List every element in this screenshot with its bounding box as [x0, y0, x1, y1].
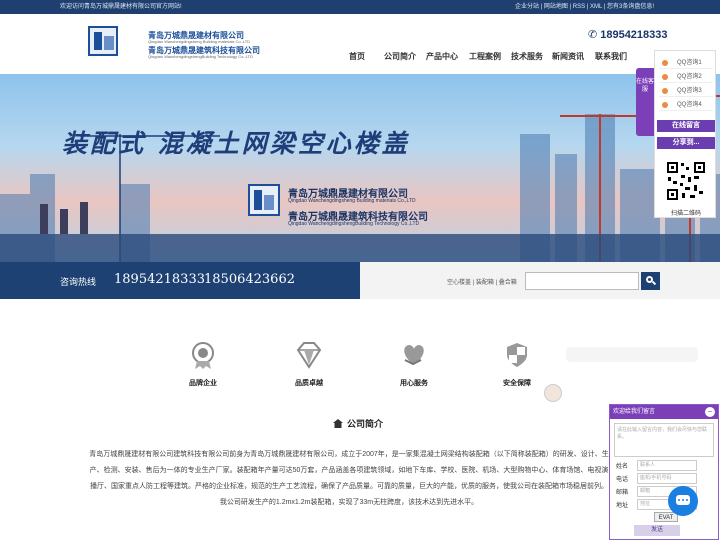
feature-safety: 安全保障: [477, 340, 557, 388]
nav-products[interactable]: 产品中心: [426, 51, 458, 62]
message-header: 欢迎给我们留言 −: [610, 405, 718, 419]
medal-icon: [188, 340, 218, 370]
banner-company-en-1: Qingdao Wanchengdingsheng Building mater…: [288, 198, 416, 204]
company-name-en-1: Qingdao Wanchengdingsheng Building mater…: [148, 39, 251, 44]
company-logo[interactable]: [88, 26, 118, 56]
hotline-label: 咨询热线: [60, 277, 97, 287]
qq-icon: [662, 60, 668, 66]
hot-keywords[interactable]: 空心楼盖 | 装配箱 | 叠合箱: [447, 277, 517, 286]
online-service-tab[interactable]: 在线客服: [636, 68, 654, 136]
minimize-icon[interactable]: −: [705, 407, 715, 417]
section-title: 公司简介: [333, 417, 383, 430]
top-links[interactable]: 企业分站 | 网站地图 | RSS | XML | 您有3条询盘信息!: [515, 0, 654, 14]
send-button[interactable]: 发送: [634, 525, 680, 536]
qq-item[interactable]: QQ咨询1: [659, 57, 713, 69]
qq-item[interactable]: QQ咨询3: [659, 85, 713, 97]
phone-icon: ✆: [588, 29, 598, 41]
qq-icon: [662, 88, 668, 94]
chat-button[interactable]: [668, 486, 698, 516]
feature-quality: 品质卓越: [269, 340, 349, 388]
message-textarea[interactable]: 请在此输入留言内容，我们会尽快与您联系。: [614, 423, 714, 457]
phone-input[interactable]: 座机/手机号码: [637, 473, 697, 484]
qq-panel: QQ咨询1 QQ咨询2 QQ咨询3 QQ咨询4 在线留言 分享到... 扫描二维…: [654, 50, 716, 218]
feature-list: 品牌企业 品质卓越 用心服务 安全保障: [160, 340, 580, 400]
field-name: 姓名 联系人: [614, 460, 714, 471]
nav-contact[interactable]: 联系我们: [595, 51, 627, 62]
nav-about[interactable]: 公司简介: [384, 51, 416, 62]
nav-news[interactable]: 新闻资讯: [552, 51, 584, 62]
field-phone: 电话 座机/手机号码: [614, 473, 714, 484]
qr-code: [666, 161, 706, 201]
top-bar: 欢迎访问青岛万城鼎晟建材有限公司官方网站! 企业分站 | 网站地图 | RSS …: [0, 0, 720, 14]
company-name-en-2: Qingdao WanchengdingshengBuilding Techno…: [148, 54, 253, 59]
hero-banner: 装配式 混凝土网梁空心楼盖 青岛万城鼎晟建材有限公司 Qingdao Wanch…: [0, 74, 720, 262]
feature-label: 用心服务: [400, 380, 428, 387]
nav-tech[interactable]: 技术服务: [511, 51, 543, 62]
banner-company-en-2: Qingdao WanchengdingshengBuilding Techno…: [288, 221, 420, 227]
shield-icon: [502, 340, 532, 370]
banner-slogan: 装配式 混凝土网梁空心楼盖: [62, 129, 410, 158]
field-address: 地址 地址: [614, 499, 714, 510]
banner-skyline: [0, 94, 720, 262]
feature-label: 品牌企业: [189, 380, 217, 387]
feature-brand: 品牌企业: [163, 340, 243, 388]
qq-icon: [662, 74, 668, 80]
diamond-icon: [294, 340, 324, 370]
home-icon: [333, 419, 343, 428]
search-button[interactable]: [641, 272, 660, 290]
qq-item[interactable]: QQ咨询2: [659, 71, 713, 83]
field-email: 邮箱 邮箱: [614, 486, 714, 497]
online-message-button[interactable]: 在线留言: [657, 120, 715, 132]
name-input[interactable]: 联系人: [637, 460, 697, 471]
service-avatar[interactable]: [544, 384, 562, 402]
qq-item[interactable]: QQ咨询4: [659, 99, 713, 111]
hotline-number-2: 18506423662: [204, 272, 295, 287]
placeholder-bar: [566, 347, 698, 362]
hotline-bar: 咨询热线 18954218333 18506423662 空心楼盖 | 装配箱 …: [0, 262, 720, 299]
hotline-panel: 咨询热线 18954218333 18506423662: [0, 262, 360, 299]
company-intro: 青岛万城鼎晟建材有限公司建筑科技有限公司前身为青岛万城鼎晟建材有限公司，成立于2…: [89, 451, 609, 506]
welcome-text: 欢迎访问青岛万城鼎晟建材有限公司官方网站!: [60, 4, 182, 10]
message-title: 欢迎给我们留言: [613, 409, 656, 415]
search-input[interactable]: [525, 272, 639, 290]
header-phone: ✆ 18954218333: [588, 29, 668, 41]
feature-service: 用心服务: [374, 340, 454, 388]
heart-hand-icon: [399, 340, 429, 370]
feature-label: 品质卓越: [295, 380, 323, 387]
qq-icon: [662, 102, 668, 108]
qr-label: 扫描二维码: [670, 211, 701, 217]
banner-logo: [248, 184, 280, 216]
nav-cases[interactable]: 工程案例: [469, 51, 501, 62]
hotline-number-1: 18954218333: [114, 272, 205, 287]
share-button[interactable]: 分享到...: [657, 137, 715, 149]
nav-home[interactable]: 首页: [349, 51, 365, 62]
header: 青岛万城鼎晟建材有限公司 Qingdao Wanchengdingsheng B…: [0, 14, 720, 74]
